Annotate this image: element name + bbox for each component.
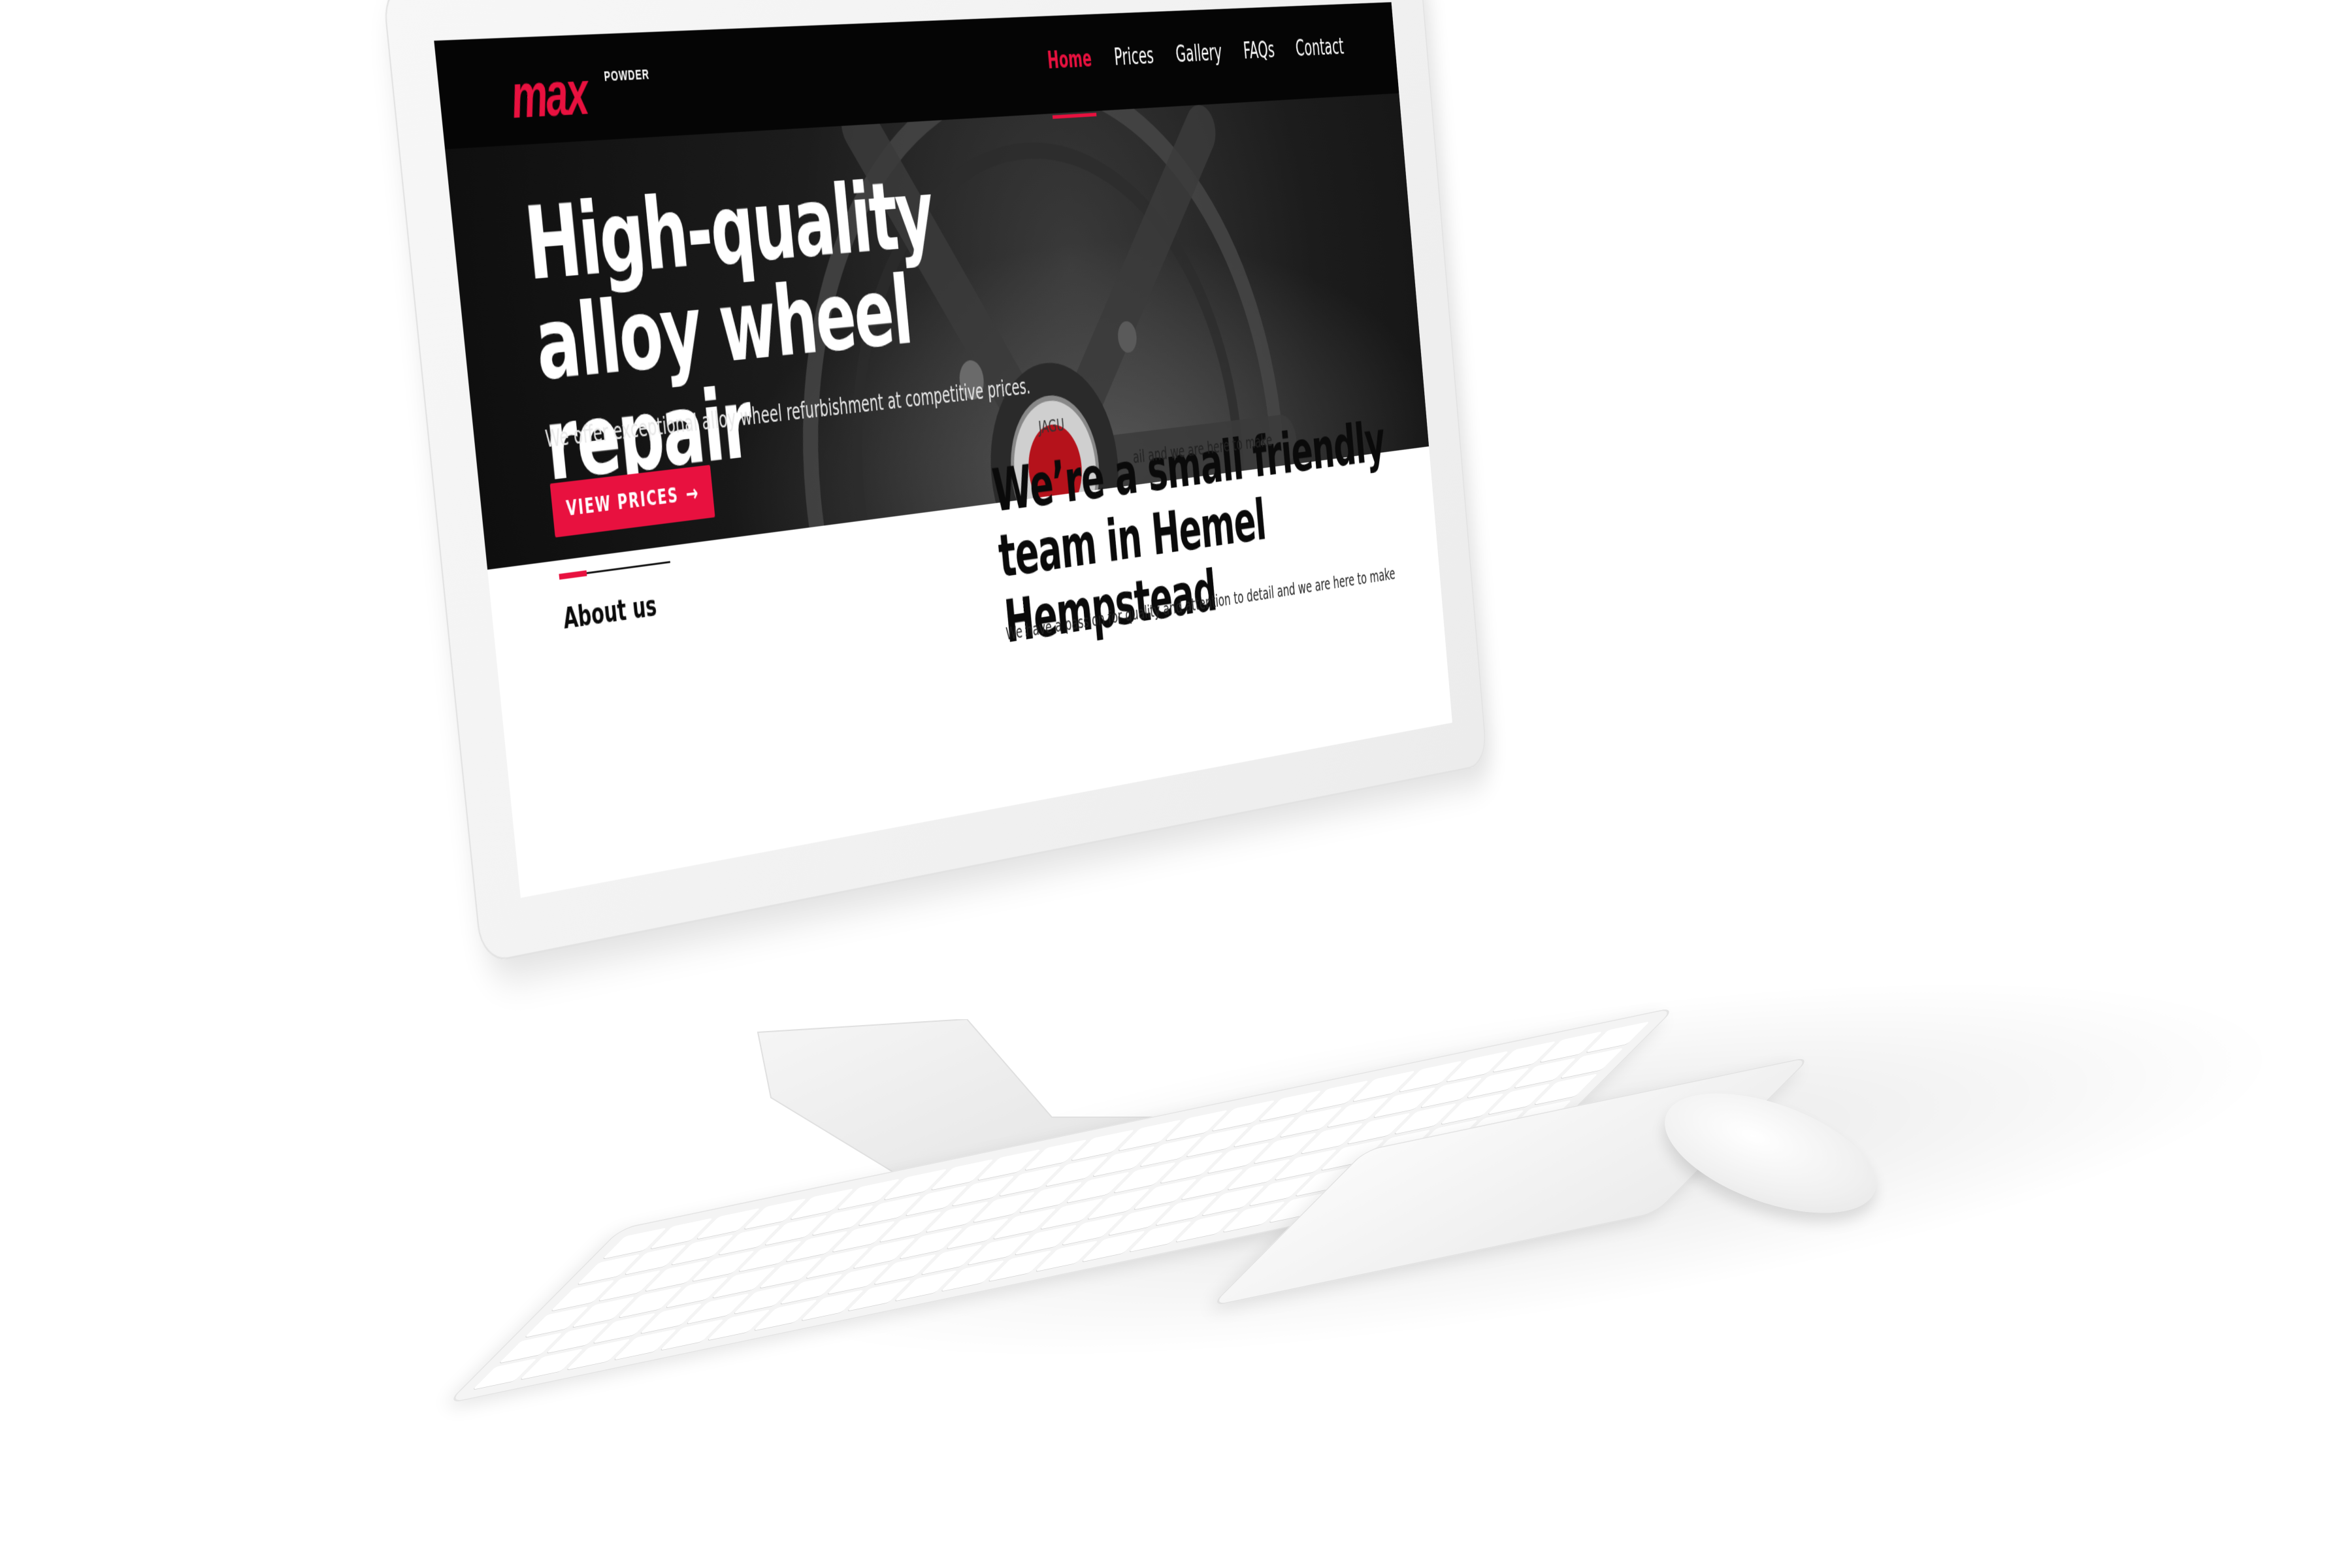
mockup-scene: max POWDER Home Prices Gallery FAQs Cont… — [0, 0, 2352, 1568]
nav-item-prices[interactable]: Prices — [1113, 43, 1156, 84]
nav-label-contact: Contact — [1294, 34, 1345, 62]
logo-subtext: POWDER — [603, 66, 650, 85]
nav-item-contact[interactable]: Contact — [1295, 35, 1346, 74]
nav-label-gallery: Gallery — [1174, 40, 1223, 69]
nav-item-gallery[interactable]: Gallery — [1175, 40, 1224, 80]
nav-label-faqs: FAQs — [1242, 37, 1276, 65]
view-prices-label: VIEW PRICES — [565, 483, 680, 521]
nav-label-prices: Prices — [1113, 43, 1155, 72]
site-logo[interactable]: max POWDER — [508, 58, 650, 132]
about-divider-accent — [559, 570, 587, 580]
arrow-right-icon: → — [684, 480, 701, 508]
main-nav: Home Prices Gallery FAQs Contact — [1046, 35, 1346, 119]
logo-mark: max — [508, 57, 590, 132]
nav-item-faqs[interactable]: FAQs — [1243, 37, 1277, 76]
nav-label-home: Home — [1046, 46, 1093, 75]
nav-item-home[interactable]: Home — [1046, 46, 1097, 119]
monitor: max POWDER Home Prices Gallery FAQs Cont… — [382, 0, 1627, 964]
about-label: About us — [561, 589, 659, 636]
